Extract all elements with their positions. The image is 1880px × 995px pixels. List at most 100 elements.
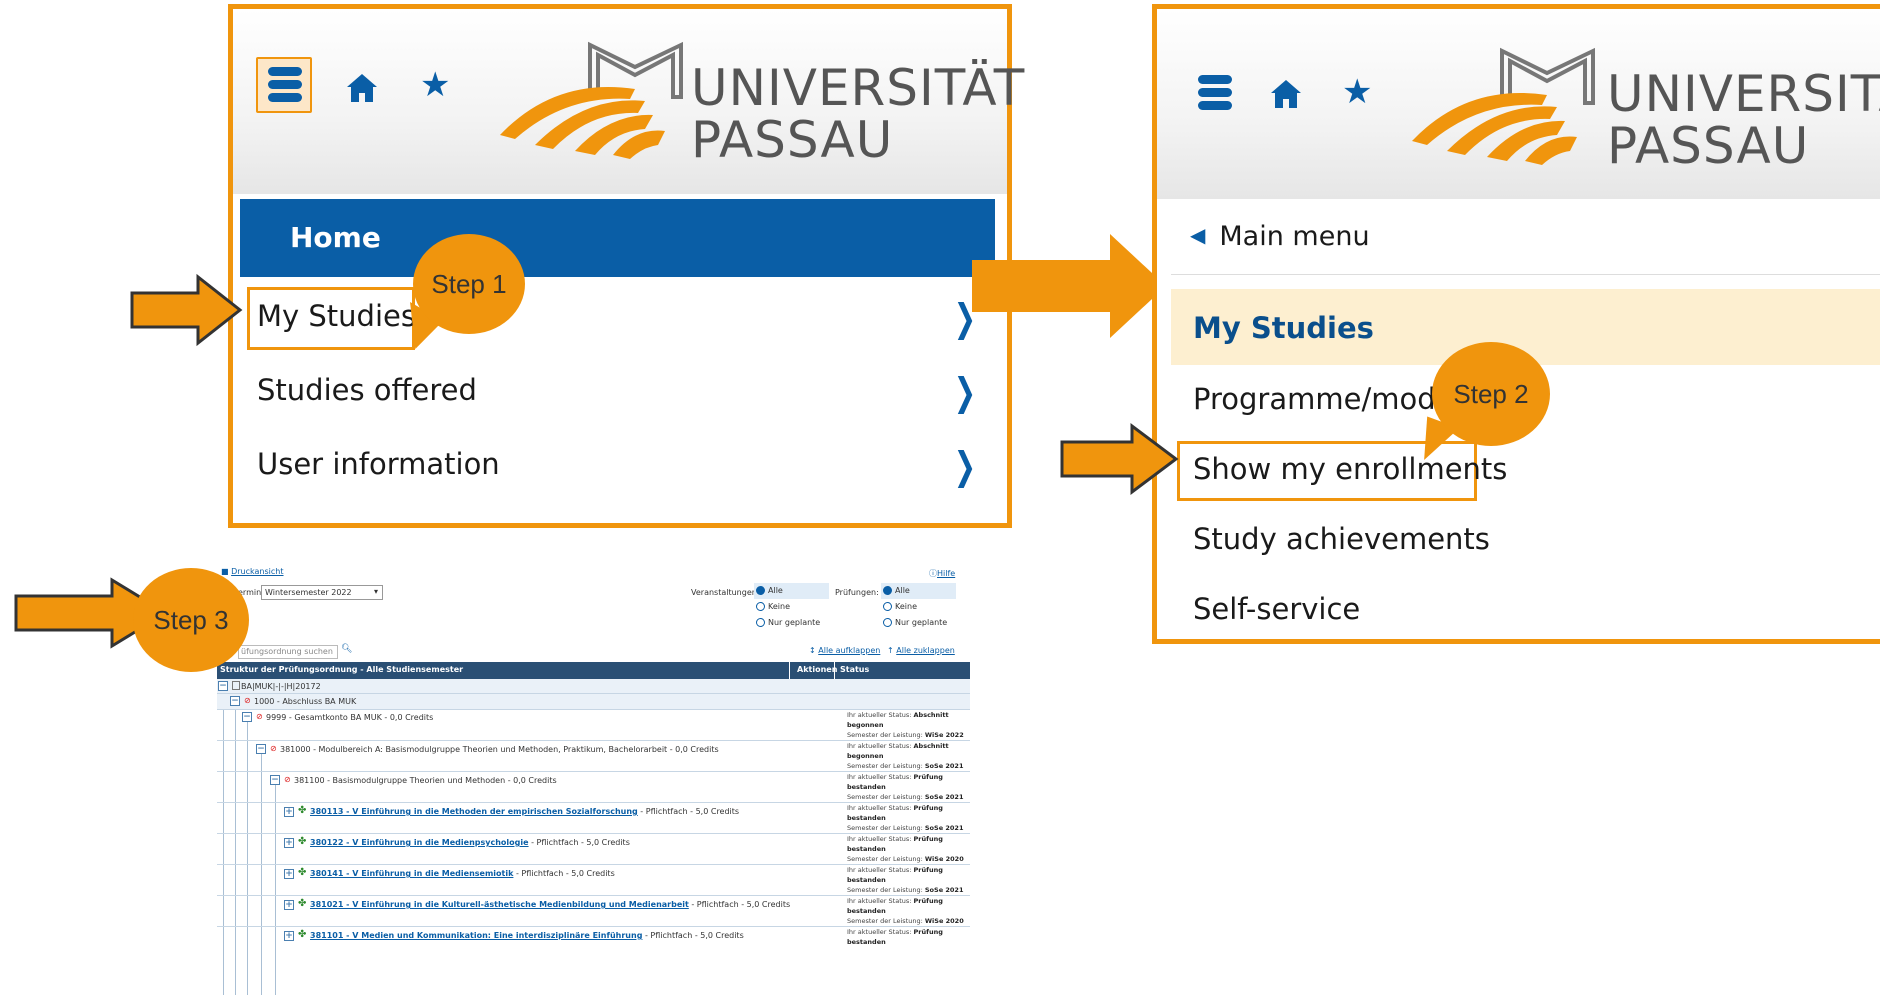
course-meta: - Pflichtfach - 5,0 Credits [642,931,744,940]
row-status: Ihr aktueller Status: Prüfung bestanden … [847,896,964,926]
search-icon[interactable]: 🔍︎ [341,644,352,654]
menu-item-studies-offered[interactable]: Studies offered [257,373,477,407]
radio-none[interactable]: Keine [754,599,829,615]
semester-label: Semester der Leistung: [847,917,925,925]
home-nav-bar[interactable]: Home [240,199,995,277]
table-row: + ✤ 380113 - V Einführung in die Methode… [217,803,970,834]
expand-toggle-icon[interactable]: + [284,838,294,848]
menu-icon[interactable] [262,63,308,107]
row-text: 381101 - V Medien und Kommunikation: Ein… [310,931,744,940]
menu-item-self-service[interactable]: Self-service [1193,592,1360,626]
radio-planned[interactable]: Nur geplante [881,615,956,631]
radio-group-veranstaltungen: Alle Keine Nur geplante [754,583,829,631]
row-text: 380122 - V Einführung in die Medienpsych… [310,838,630,847]
course-meta: - Pflichtfach - 5,0 Credits [688,900,791,909]
status-value: Prüfung [913,804,943,812]
course-link[interactable]: 381101 - V Medien und Kommunikation: Ein… [310,931,642,940]
table-row: − BA|MUK|-|-|H|20172 [217,679,970,694]
radio-none[interactable]: Keine [881,599,956,615]
semester-value: WiSe 2020 [924,855,964,863]
home-label: Home [290,221,381,254]
status-value2: bestanden [847,783,886,791]
module-icon: ✤ [298,898,307,909]
menu-item-my-studies[interactable]: My Studies [257,299,416,333]
course-meta: - Pflichtfach - 5,0 Credits [528,838,630,847]
semester-value: Wintersemester 2022 [265,588,352,597]
chevron-right-icon[interactable]: ❯ [954,447,976,485]
semester-label: Semester der Leistung: [847,824,925,832]
menu-item-user-information[interactable]: User information [257,447,500,481]
semester-label: Semester der Leistung: [847,762,925,770]
radio-icon [883,618,892,627]
home-icon[interactable] [345,71,379,111]
search-input[interactable]: üfungsordnung suchen [238,645,338,659]
status-value: Prüfung [913,835,943,843]
table-row: − ⊘ 1000 - Abschluss BA MUK [217,694,970,710]
collapse-toggle-icon[interactable]: − [256,744,266,754]
star-icon[interactable]: ★ [420,68,450,102]
radio-icon [756,618,765,627]
course-link[interactable]: 380122 - V Einführung in die Medienpsych… [310,838,529,847]
collapse-toggle-icon[interactable]: − [230,696,240,706]
radio-group-pruefungen: Alle Keine Nur geplante [881,583,956,631]
table-row: + ✤ 380122 - V Einführung in die Medienp… [217,834,970,865]
status-label: Ihr aktueller Status: [847,804,914,812]
status-label: Ihr aktueller Status: [847,928,914,936]
radio-all[interactable]: Alle [754,583,829,599]
semester-select[interactable]: Wintersemester 2022 ▾ [261,585,383,600]
menu-icon[interactable] [1192,71,1238,115]
status-value2: begonnen [847,721,884,729]
expand-toggle-icon[interactable]: + [284,900,294,910]
home-icon[interactable] [1269,77,1303,117]
radio-all[interactable]: Alle [881,583,956,599]
table-row: + ✤ 381101 - V Medien und Kommunikation:… [217,927,970,958]
help-label: Hilfe [937,569,956,578]
course-meta: - Pflichtfach - 5,0 Credits [513,869,615,878]
veranstaltungen-label: Veranstaltungen: [691,588,760,597]
status-label: Ihr aktueller Status: [847,897,914,905]
star-icon[interactable]: ★ [1342,75,1372,109]
divider [1171,274,1880,275]
row-text: 381000 - Modulbereich A: Basismodulgrupp… [280,745,719,754]
radio-planned[interactable]: Nur geplante [754,615,829,631]
course-link[interactable]: 380141 - V Einführung in die Mediensemio… [310,869,513,878]
expand-toggle-icon[interactable]: + [284,807,294,817]
radio-planned-label: Nur geplante [768,618,821,627]
header-actions: Aktionen [797,665,838,674]
collapse-toggle-icon[interactable]: − [270,775,280,785]
status-label: Ihr aktueller Status: [847,773,914,781]
course-link[interactable]: 380113 - V Einführung in die Methoden de… [310,807,638,816]
table-row: + ✤ 381021 - V Einführung in die Kulture… [217,896,970,927]
semester-value: SoSe 2021 [924,793,964,801]
header-divider [789,662,790,679]
collapse-all-link[interactable]: ↑ Alle zuklappen [887,646,955,655]
module-icon: ✤ [298,836,307,847]
print-view-link[interactable]: ■ Druckansicht [221,567,284,576]
semester-label: Semester der Leistung: [847,731,925,739]
back-to-main-menu[interactable]: ◀ Main menu [1190,221,1370,252]
status-value2: bestanden [847,907,886,915]
radio-icon [883,602,892,611]
course-link[interactable]: 381021 - V Einführung in die Kulturell-ä… [310,900,689,909]
expand-all-link[interactable]: ↕ Alle aufklappen [809,646,880,655]
module-icon: ✤ [298,867,307,878]
radio-checked-icon [756,586,765,595]
chevron-right-icon[interactable]: ❯ [954,373,976,411]
radio-all-label: Alle [895,586,910,595]
menu-item-programme[interactable]: Programme/modul [1193,382,1462,416]
menu-item-show-my-enrollments[interactable]: Show my enrollments [1193,452,1507,486]
row-status: Ihr aktueller Status: Abschnitt begonnen… [847,710,964,740]
course-meta: - Pflichtfach - 5,0 Credits [637,807,740,816]
help-link[interactable]: ⓘHilfe [929,568,955,579]
panel-step3-enrollments-table: ■ Druckansicht ⓘHilfe ermine Wintersemes… [209,565,979,995]
collapse-toggle-icon[interactable]: − [218,681,228,691]
search-placeholder: üfungsordnung suchen [241,647,333,656]
expand-toggle-icon[interactable]: + [284,931,294,941]
collapse-toggle-icon[interactable]: − [242,712,252,722]
tag-icon: ⊘ [284,775,291,784]
expand-all-label: Alle aufklappen [818,646,881,655]
back-label: Main menu [1219,221,1370,252]
semester-value: SoSe 2021 [924,886,964,894]
expand-toggle-icon[interactable]: + [284,869,294,879]
menu-item-study-achievements[interactable]: Study achievements [1193,522,1490,556]
